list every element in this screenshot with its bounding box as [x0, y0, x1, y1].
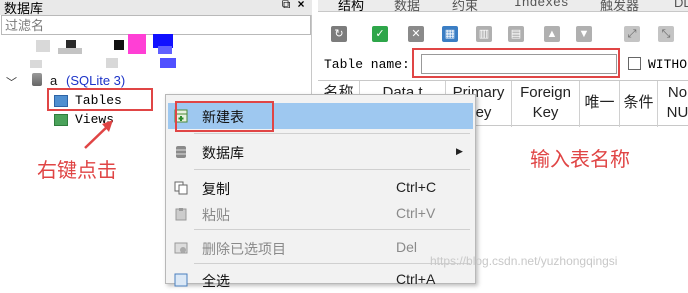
tab-structure[interactable]: 结构 — [338, 0, 364, 13]
expand-icon[interactable]: ⤢ — [624, 26, 640, 42]
menu-item-database[interactable]: 数据库 ▶ — [168, 139, 473, 165]
redacted-block — [158, 46, 172, 54]
copy-icon — [174, 181, 188, 195]
redacted-block — [128, 34, 146, 54]
enter-table-name-annotation: 输入表名称 — [530, 149, 630, 171]
table-name-highlight-box — [412, 48, 620, 78]
redacted-block — [58, 48, 82, 54]
tab-indexes[interactable]: Indexes — [514, 0, 569, 11]
column-header-check[interactable]: 条件 — [620, 81, 658, 127]
menu-item-paste[interactable]: 粘贴 Ctrl+V — [168, 201, 473, 227]
column-header-unique[interactable]: 唯一 — [580, 81, 620, 127]
menu-label: 数据库 — [202, 145, 244, 161]
redacted-block — [30, 60, 42, 68]
without-rowid-label: WITHO — [648, 57, 688, 72]
menu-item-delete-selected[interactable]: 删除已选项目 Del — [168, 235, 473, 261]
menu-separator — [194, 229, 470, 230]
table-name-label: Table name: — [324, 57, 410, 72]
database-name[interactable]: a — [50, 73, 57, 88]
redacted-block — [160, 58, 176, 68]
move-down-icon[interactable]: ▼ — [576, 26, 592, 42]
menu-shortcut: Ctrl+V — [396, 205, 436, 221]
watermark: https://blog.csdn.net/yuzhongqingsi — [430, 254, 618, 268]
paste-icon — [175, 208, 187, 221]
tab-data[interactable]: 数据 — [394, 0, 420, 13]
redacted-block — [114, 40, 124, 50]
redacted-block — [36, 40, 50, 52]
structure-toolbar: ↻ ✓ ✕ ▦ ▥ ▤ ▲ ▼ ⤢ ⤡ — [318, 22, 688, 48]
menu-label: 复制 — [202, 181, 230, 197]
redacted-block — [106, 58, 118, 68]
restore-icon[interactable]: ⧉ — [280, 0, 292, 10]
create-table-highlight-box — [175, 101, 274, 132]
add-column-icon[interactable]: ▦ — [442, 26, 458, 42]
rollback-icon[interactable]: ✕ — [408, 26, 424, 42]
column-header-foreign-key[interactable]: Foreign Key — [512, 81, 580, 127]
column-header-not-null[interactable]: No NU — [658, 81, 688, 127]
select-all-icon — [174, 273, 188, 287]
database-icon — [176, 146, 186, 158]
menu-label: 全选 — [202, 273, 230, 289]
insert-column-icon[interactable]: ▥ — [476, 26, 492, 42]
refresh-icon[interactable]: ↻ — [331, 26, 347, 42]
menu-label: 删除已选项目 — [202, 241, 286, 257]
menu-separator — [194, 263, 470, 264]
move-up-icon[interactable]: ▲ — [544, 26, 560, 42]
submenu-arrow-icon: ▶ — [456, 146, 463, 156]
menu-shortcut: Del — [396, 239, 418, 255]
close-icon[interactable]: × — [295, 0, 307, 10]
tab-bar: 结构 数据 约束 Indexes 触发器 DL — [318, 0, 688, 13]
collapse-icon[interactable]: ⤡ — [658, 26, 674, 42]
redacted-block — [66, 40, 76, 48]
without-rowid-checkbox[interactable] — [628, 57, 641, 70]
tab-ddl[interactable]: DL — [674, 0, 688, 11]
panel-header: 数据库 ⧉ × — [0, 0, 312, 16]
delete-column-icon[interactable]: ▤ — [508, 26, 524, 42]
chevron-down-icon[interactable]: ﹀ — [6, 74, 17, 90]
menu-shortcut: Ctrl+C — [396, 179, 437, 195]
arrow-icon — [84, 120, 113, 149]
database-type[interactable]: (SQLite 3) — [66, 73, 125, 88]
filter-input[interactable] — [1, 15, 311, 35]
menu-separator — [194, 133, 470, 134]
commit-icon[interactable]: ✓ — [372, 26, 388, 42]
menu-shortcut: Ctrl+A — [396, 271, 436, 287]
database-icon — [32, 73, 42, 86]
right-click-annotation: 右键点击 — [37, 160, 117, 182]
menu-item-select-all[interactable]: 全选 Ctrl+A — [168, 267, 473, 293]
menu-item-copy[interactable]: 复制 Ctrl+C — [168, 175, 473, 201]
menu-separator — [194, 169, 470, 170]
tab-triggers[interactable]: 触发器 — [600, 0, 639, 13]
views-icon — [54, 114, 68, 126]
tables-highlight-box — [47, 88, 153, 111]
tab-constraints[interactable]: 约束 — [452, 0, 478, 13]
menu-label: 粘贴 — [202, 207, 230, 223]
delete-icon — [174, 242, 188, 254]
